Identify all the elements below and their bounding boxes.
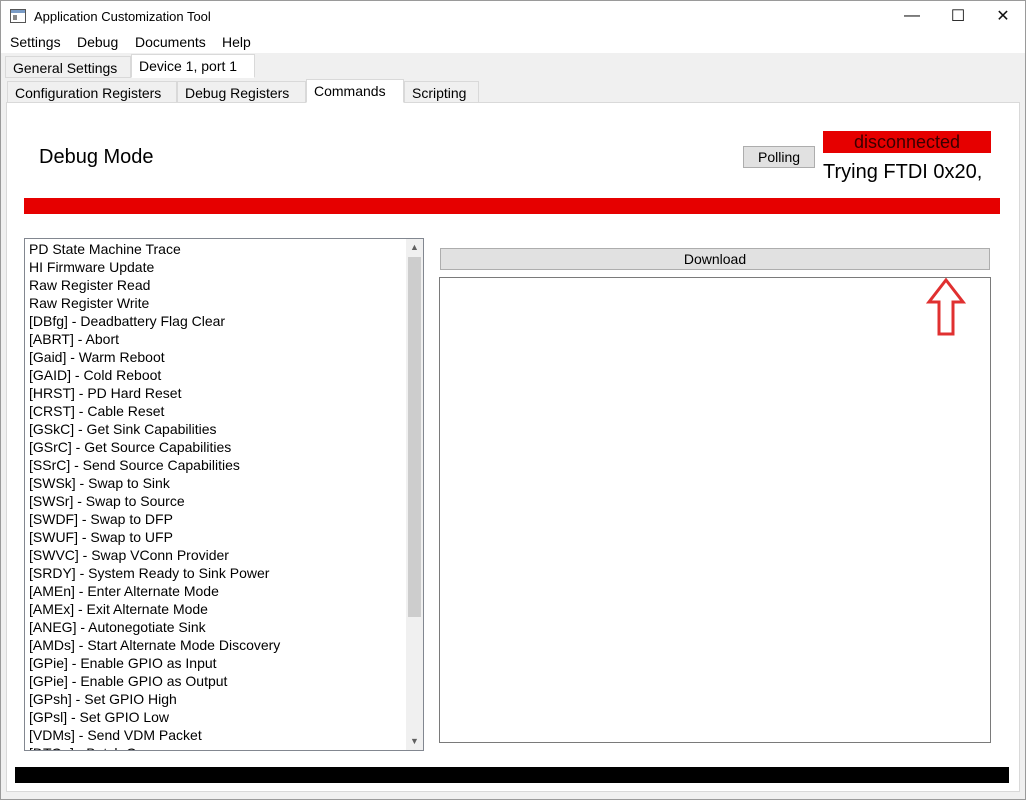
command-list-item[interactable]: [SWUF] - Swap to UFP [29,528,404,546]
command-list-item[interactable]: [SWDF] - Swap to DFP [29,510,404,528]
command-list-item[interactable]: [AMEn] - Enter Alternate Mode [29,582,404,600]
bottom-status-bar [15,767,1009,783]
arrow-up-outline-icon [926,278,966,336]
tab-scripting[interactable]: Scripting [404,81,479,103]
title-bar: Application Customization Tool — ☐ ✕ [1,1,1025,31]
command-list[interactable]: PD State Machine Trace HI Firmware Update… [24,238,424,751]
command-list-item[interactable]: [GPie] - Enable GPIO as Output [29,672,404,690]
connection-status-badge: disconnected [823,131,991,153]
command-list-item[interactable]: [SWSk] - Swap to Sink [29,474,404,492]
command-list-item[interactable]: [SRDY] - System Ready to Sink Power [29,564,404,582]
menu-settings[interactable]: Settings [10,34,61,50]
command-list-item[interactable]: [GSkC] - Get Sink Capabilities [29,420,404,438]
command-list-item[interactable]: HI Firmware Update [29,258,404,276]
command-list-scrollbar[interactable]: ▲ ▼ [406,239,423,750]
command-list-item[interactable]: [AMEx] - Exit Alternate Mode [29,600,404,618]
command-list-item[interactable]: PD State Machine Trace [29,240,404,258]
scroll-up-icon[interactable]: ▲ [406,239,423,256]
scroll-thumb[interactable] [408,257,421,617]
output-text-area[interactable] [439,277,991,743]
command-list-items: PD State Machine Trace HI Firmware Update… [29,240,404,750]
close-icon[interactable]: ✕ [980,1,1025,31]
window-title: Application Customization Tool [34,9,211,24]
tab-debug-registers[interactable]: Debug Registers [177,81,306,103]
command-list-item[interactable]: [GSrC] - Get Source Capabilities [29,438,404,456]
app-window-icon [10,9,26,23]
command-list-item[interactable]: [GPsl] - Set GPIO Low [29,708,404,726]
command-list-item[interactable]: [ANEG] - Autonegotiate Sink [29,618,404,636]
menu-debug[interactable]: Debug [77,34,118,50]
command-list-item[interactable]: [DTOa] - Batch Op [29,744,404,750]
command-list-item[interactable]: Raw Register Write [29,294,404,312]
connection-status-detail: Trying FTDI 0x20, [823,161,983,183]
command-list-item[interactable]: [GPie] - Enable GPIO as Input [29,654,404,672]
command-list-item[interactable]: [DBfg] - Deadbattery Flag Clear [29,312,404,330]
command-list-item[interactable]: [VDMs] - Send VDM Packet [29,726,404,744]
command-list-item[interactable]: [GPsh] - Set GPIO High [29,690,404,708]
command-list-item[interactable]: [ABRT] - Abort [29,330,404,348]
mode-title: Debug Mode [39,146,154,168]
menu-help[interactable]: Help [222,34,251,50]
minimize-icon[interactable]: — [889,1,935,31]
command-list-item[interactable]: [HRST] - PD Hard Reset [29,384,404,402]
command-list-item[interactable]: [SWSr] - Swap to Source [29,492,404,510]
command-list-item[interactable]: [AMDs] - Start Alternate Mode Discovery [29,636,404,654]
maximize-icon[interactable]: ☐ [935,1,981,31]
menu-bar: Settings Debug Documents Help [1,31,1025,53]
tab-device-1-port-1[interactable]: Device 1, port 1 [131,54,255,78]
command-list-item[interactable]: [GAID] - Cold Reboot [29,366,404,384]
tab-commands[interactable]: Commands [306,79,404,103]
download-button[interactable]: Download [440,248,990,270]
polling-button[interactable]: Polling [743,146,815,168]
app-window: Application Customization Tool — ☐ ✕ Set… [0,0,1026,800]
command-list-item[interactable]: Raw Register Read [29,276,404,294]
command-list-item[interactable]: [SWVC] - Swap VConn Provider [29,546,404,564]
tab-configuration-registers[interactable]: Configuration Registers [7,81,177,103]
command-list-item[interactable]: [CRST] - Cable Reset [29,402,404,420]
command-list-item[interactable]: [SSrC] - Send Source Capabilities [29,456,404,474]
menu-documents[interactable]: Documents [135,34,206,50]
scroll-down-icon[interactable]: ▼ [406,733,423,750]
status-indicator-bar [24,198,1000,214]
command-list-item[interactable]: [Gaid] - Warm Reboot [29,348,404,366]
tab-general-settings[interactable]: General Settings [5,56,131,78]
